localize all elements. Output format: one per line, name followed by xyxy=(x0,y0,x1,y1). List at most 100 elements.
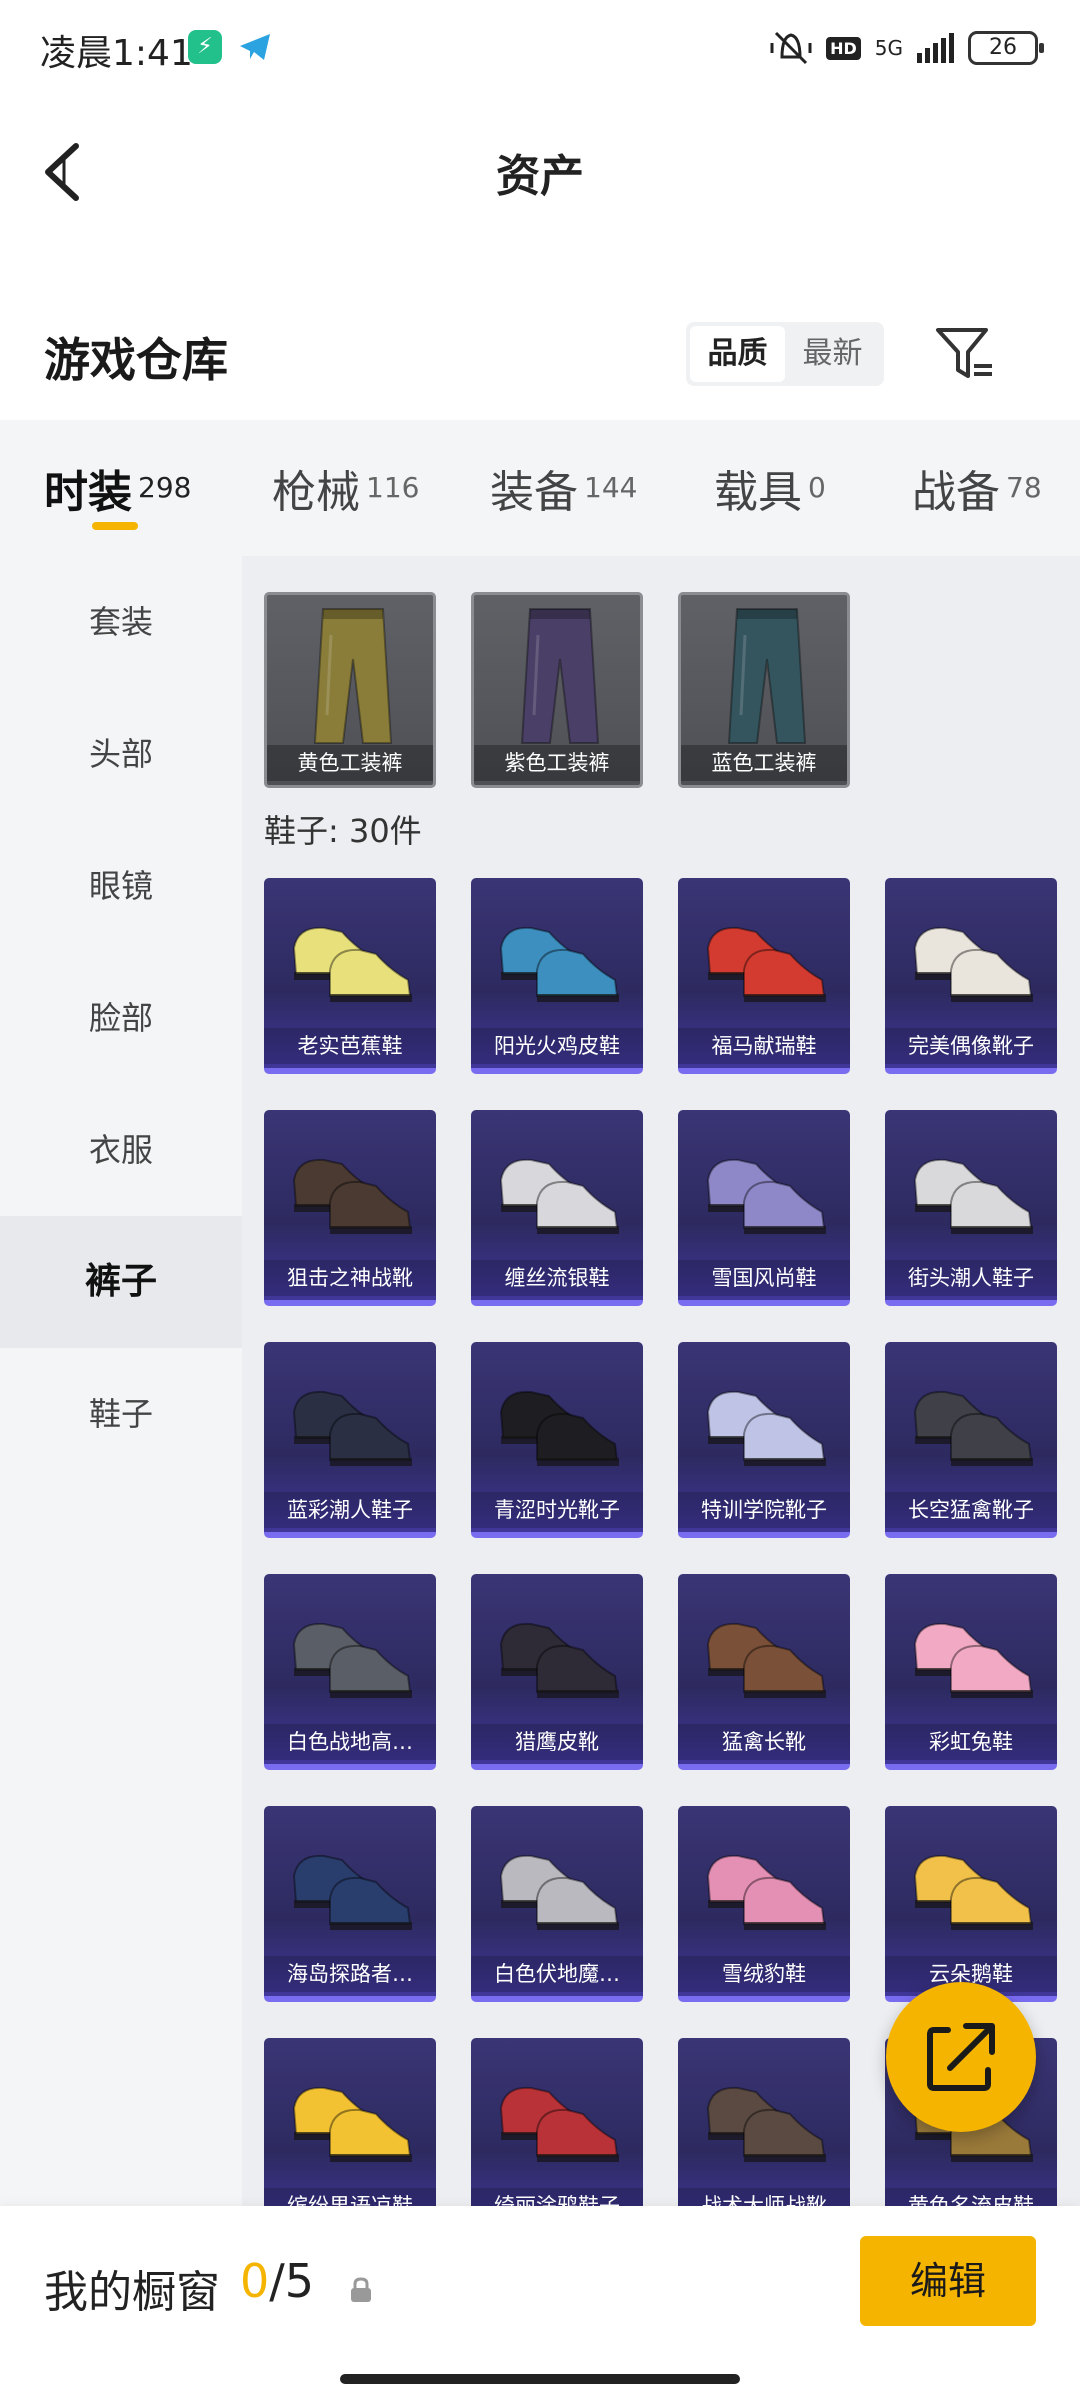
shoe-item-card[interactable]: 缤纷果语凉鞋 xyxy=(264,2038,436,2206)
tab-vehicles[interactable]: 载具 0 xyxy=(714,456,826,520)
home-indicator xyxy=(340,2374,740,2384)
item-name: 缠丝流银鞋 xyxy=(471,1260,643,1296)
lock-icon xyxy=(351,2277,371,2302)
shoe-item-card[interactable]: 战术大师战靴 xyxy=(678,2038,850,2206)
sort-newest-button[interactable]: 最新 xyxy=(785,326,880,382)
item-grid: 鞋子: 30件 黄色工装裤 紫色工装裤 蓝色工装裤 老实芭蕉鞋 阳光火鸡皮鞋 福马献瑞鞋完… xyxy=(242,556,1080,2206)
item-name: 狙击之神战靴 xyxy=(264,1260,436,1296)
item-name: 白色战地高… xyxy=(264,1724,436,1760)
page-title: 资产 xyxy=(496,151,584,202)
shoe-item-card[interactable]: 白色战地高… xyxy=(264,1574,436,1770)
shoe-item-card[interactable]: 蓝彩潮人鞋子 xyxy=(264,1342,436,1538)
shoe-image xyxy=(499,1158,619,1234)
shoe-item-card[interactable]: 猎鹰皮靴 xyxy=(471,1574,643,1770)
shoe-image xyxy=(292,2086,412,2162)
shoe-image xyxy=(706,1622,826,1698)
shoe-item-card[interactable]: 完美偶像靴子 xyxy=(885,878,1057,1074)
shoe-image xyxy=(292,1390,412,1466)
shoe-item-card[interactable]: 猛禽长靴 xyxy=(678,1574,850,1770)
bottom-bar: 我的橱窗 0/5 编辑 xyxy=(0,2206,1080,2400)
pants-item-card[interactable]: 蓝色工装裤 xyxy=(678,592,850,788)
sidebar-item-pants[interactable]: 裤子 xyxy=(0,1216,242,1348)
signal-icon xyxy=(917,33,954,63)
warehouse-title: 游戏仓库 xyxy=(44,333,228,387)
item-name: 蓝彩潮人鞋子 xyxy=(264,1492,436,1528)
shoe-item-card[interactable]: 雪绒豹鞋 xyxy=(678,1806,850,2002)
shoe-item-card[interactable]: 狙击之神战靴 xyxy=(264,1110,436,1306)
share-fab[interactable] xyxy=(886,1982,1036,2132)
shoe-image xyxy=(706,1390,826,1466)
item-name: 缤纷果语凉鞋 xyxy=(264,2188,436,2206)
filter-icon[interactable] xyxy=(930,318,1000,388)
shoe-item-card[interactable]: 绮丽涂鸦鞋子 xyxy=(471,2038,643,2206)
shoe-item-card[interactable]: 彩虹兔鞋 xyxy=(885,1574,1057,1770)
active-tab-indicator xyxy=(92,522,138,530)
network-type: 5G xyxy=(874,36,903,60)
item-name: 青涩时光靴子 xyxy=(471,1492,643,1528)
shoe-image xyxy=(706,1158,826,1234)
shoe-item-card[interactable]: 海岛探路者… xyxy=(264,1806,436,2002)
item-name: 特训学院靴子 xyxy=(678,1492,850,1528)
share-icon xyxy=(927,2023,995,2091)
hd-icon: HD xyxy=(826,36,861,60)
sidebar-item-clothes[interactable]: 衣服 xyxy=(0,1084,242,1216)
sidebar-item-glasses[interactable]: 眼镜 xyxy=(0,820,242,952)
tab-guns[interactable]: 枪械 116 xyxy=(272,456,419,520)
vibrate-icon xyxy=(770,31,812,65)
pants-image xyxy=(520,608,600,744)
shoe-image xyxy=(913,1390,1033,1466)
shoe-item-card[interactable]: 街头潮人鞋子 xyxy=(885,1110,1057,1306)
shoe-item-card[interactable]: 白色伏地魔… xyxy=(471,1806,643,2002)
shoe-image xyxy=(292,1622,412,1698)
sort-quality-button[interactable]: 品质 xyxy=(690,326,785,382)
item-name: 绮丽涂鸦鞋子 xyxy=(471,2188,643,2206)
item-name: 阳光火鸡皮鞋 xyxy=(471,1028,643,1064)
tab-count: 0 xyxy=(808,471,826,504)
shoe-item-card[interactable]: 阳光火鸡皮鞋 xyxy=(471,878,643,1074)
app-notification-icon: ⚡ xyxy=(188,30,222,64)
pants-item-card[interactable]: 黄色工装裤 xyxy=(264,592,436,788)
category-tabs: 时装 298 枪械 116 装备 144 载具 0 战备 78 xyxy=(0,420,1080,556)
item-name: 雪绒豹鞋 xyxy=(678,1956,850,1992)
tab-label: 枪械 xyxy=(272,467,360,518)
edit-button[interactable]: 编辑 xyxy=(860,2236,1036,2326)
pants-image xyxy=(313,608,393,744)
shoe-item-card[interactable]: 长空猛禽靴子 xyxy=(885,1342,1057,1538)
shoe-item-card[interactable]: 福马献瑞鞋 xyxy=(678,878,850,1074)
sidebar-item-face[interactable]: 脸部 xyxy=(0,952,242,1084)
shoe-image xyxy=(913,1854,1033,1930)
tab-fashion[interactable]: 时装 298 xyxy=(44,456,191,520)
tab-supplies[interactable]: 战备 78 xyxy=(912,456,1042,520)
shoe-image xyxy=(499,1390,619,1466)
shoe-image xyxy=(499,926,619,1002)
shoe-item-card[interactable]: 老实芭蕉鞋 xyxy=(264,878,436,1074)
sort-toggle: 品质 最新 xyxy=(686,322,884,386)
tab-label: 载具 xyxy=(714,467,802,518)
shoe-image xyxy=(706,2086,826,2162)
shoe-item-card[interactable]: 特训学院靴子 xyxy=(678,1342,850,1538)
tab-equipment[interactable]: 装备 144 xyxy=(490,456,637,520)
shoe-image xyxy=(499,1622,619,1698)
item-name: 猛禽长靴 xyxy=(678,1724,850,1760)
sidebar-item-suits[interactable]: 套装 xyxy=(0,556,242,688)
item-name: 猎鹰皮靴 xyxy=(471,1724,643,1760)
shoe-image xyxy=(499,2086,619,2162)
pants-image xyxy=(727,608,807,744)
pants-item-card[interactable]: 紫色工装裤 xyxy=(471,592,643,788)
status-bar: 凌晨1:41 ⚡ HD 5G 26 xyxy=(0,0,1080,100)
item-name: 雪国风尚鞋 xyxy=(678,1260,850,1296)
shoe-item-card[interactable]: 雪国风尚鞋 xyxy=(678,1110,850,1306)
item-name: 战术大师战靴 xyxy=(678,2188,850,2206)
sidebar-item-head[interactable]: 头部 xyxy=(0,688,242,820)
shoe-item-card[interactable]: 缠丝流银鞋 xyxy=(471,1110,643,1306)
battery-icon: 26 xyxy=(968,31,1044,65)
item-name: 黄色名流皮鞋 xyxy=(885,2188,1057,2206)
item-name: 彩虹兔鞋 xyxy=(885,1724,1057,1760)
shoe-image xyxy=(706,1854,826,1930)
item-name: 老实芭蕉鞋 xyxy=(264,1028,436,1064)
sidebar-item-shoes[interactable]: 鞋子 xyxy=(0,1348,242,1480)
tab-label: 战备 xyxy=(912,467,1000,518)
shoe-item-card[interactable]: 云朵鹅鞋 xyxy=(885,1806,1057,2002)
shoe-item-card[interactable]: 青涩时光靴子 xyxy=(471,1342,643,1538)
tab-count: 298 xyxy=(138,471,192,504)
